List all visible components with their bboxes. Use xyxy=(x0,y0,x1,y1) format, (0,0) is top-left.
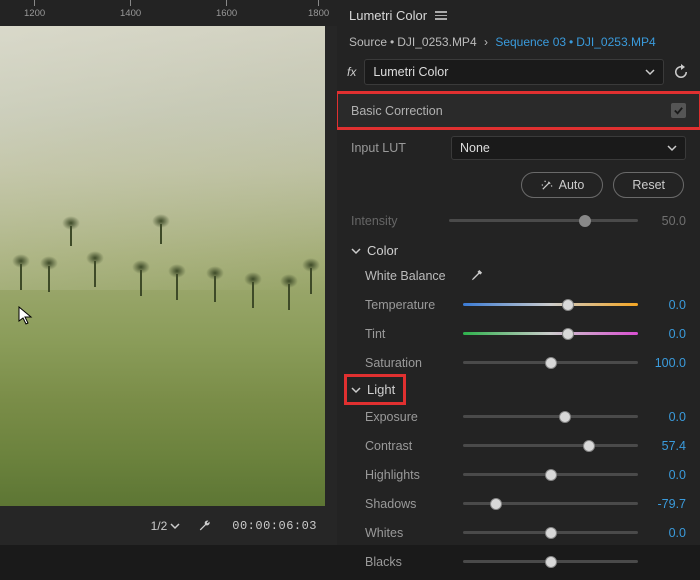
blacks-label: Blacks xyxy=(365,555,459,569)
ruler-tick: 1600 xyxy=(216,0,237,19)
chevron-down-icon xyxy=(170,521,180,531)
monitor-bottom-bar: 1/2 00:00:06:03 xyxy=(0,507,325,545)
white-balance-label: White Balance xyxy=(365,269,457,283)
contrast-label: Contrast xyxy=(365,439,459,453)
highlights-label: Highlights xyxy=(365,468,459,482)
whites-label: Whites xyxy=(365,526,459,540)
temperature-slider[interactable] xyxy=(463,297,638,313)
contrast-slider[interactable] xyxy=(463,438,638,454)
saturation-slider[interactable] xyxy=(463,355,638,371)
breadcrumb: Source•DJI_0253.MP4 › Sequence 03•DJI_02… xyxy=(337,31,700,55)
video-preview[interactable] xyxy=(0,26,325,506)
intensity-value[interactable]: 50.0 xyxy=(642,214,686,228)
intensity-label: Intensity xyxy=(351,214,445,228)
program-monitor-panel: 1200 1400 1600 1800 1/2 00:00:06:03 xyxy=(0,0,337,545)
ruler-tick: 1200 xyxy=(24,0,45,19)
input-lut-dropdown[interactable]: None xyxy=(451,136,686,160)
temperature-value[interactable]: 0.0 xyxy=(642,298,686,312)
panel-title-bar[interactable]: Lumetri Color xyxy=(337,0,700,31)
panel-title: Lumetri Color xyxy=(349,8,427,23)
blacks-slider[interactable] xyxy=(463,554,638,570)
lumetri-color-panel: Lumetri Color Source•DJI_0253.MP4 › Sequ… xyxy=(337,0,700,545)
shadows-label: Shadows xyxy=(365,497,459,511)
auto-button[interactable]: Auto xyxy=(521,172,604,198)
intensity-slider[interactable] xyxy=(449,213,638,229)
timeline-ruler[interactable]: 1200 1400 1600 1800 xyxy=(0,0,337,26)
breadcrumb-sequence-link[interactable]: Sequence 03 xyxy=(495,35,566,49)
whites-value[interactable]: 0.0 xyxy=(642,526,686,540)
reset-button[interactable]: Reset xyxy=(613,172,684,198)
wrench-icon[interactable] xyxy=(198,519,212,533)
contrast-value[interactable]: 57.4 xyxy=(642,439,686,453)
basic-correction-toggle[interactable] xyxy=(671,103,686,118)
input-lut-value: None xyxy=(460,141,490,155)
chevron-down-icon xyxy=(645,67,655,77)
shadows-value[interactable]: -79.7 xyxy=(642,497,686,511)
section-title: Basic Correction xyxy=(351,104,443,118)
checkmark-icon xyxy=(673,105,684,116)
highlights-value[interactable]: 0.0 xyxy=(642,468,686,482)
fx-badge[interactable]: fx xyxy=(347,65,356,79)
magic-wand-icon xyxy=(540,179,553,192)
light-subsection-header[interactable]: Light xyxy=(347,377,403,402)
chevron-down-icon xyxy=(667,143,677,153)
panel-menu-icon[interactable] xyxy=(435,11,447,20)
effect-selector-row: fx Lumetri Color xyxy=(337,55,700,93)
highlights-slider[interactable] xyxy=(463,467,638,483)
saturation-label: Saturation xyxy=(365,356,459,370)
ruler-tick: 1800 xyxy=(308,0,329,19)
exposure-value[interactable]: 0.0 xyxy=(642,410,686,424)
saturation-value[interactable]: 100.0 xyxy=(642,356,686,370)
ruler-tick: 1400 xyxy=(120,0,141,19)
tint-label: Tint xyxy=(365,327,459,341)
breadcrumb-clip-link[interactable]: DJI_0253.MP4 xyxy=(576,35,655,49)
zoom-value: 1/2 xyxy=(151,519,168,533)
tint-value[interactable]: 0.0 xyxy=(642,327,686,341)
basic-correction-header[interactable]: Basic Correction xyxy=(337,93,700,128)
breadcrumb-source-label: Source xyxy=(349,35,387,49)
exposure-label: Exposure xyxy=(365,410,459,424)
input-lut-label: Input LUT xyxy=(351,141,443,155)
color-subsection-header[interactable]: Color xyxy=(351,235,686,262)
whites-slider[interactable] xyxy=(463,525,638,541)
shadows-slider[interactable] xyxy=(463,496,638,512)
exposure-slider[interactable] xyxy=(463,409,638,425)
tint-slider[interactable] xyxy=(463,326,638,342)
timecode: 00:00:06:03 xyxy=(232,519,317,533)
effect-name: Lumetri Color xyxy=(373,65,448,79)
temperature-label: Temperature xyxy=(365,298,459,312)
basic-correction-body: Input LUT None Auto Reset Intensity 50.0… xyxy=(337,128,700,580)
mouse-cursor-icon xyxy=(18,306,34,326)
breadcrumb-source-file: DJI_0253.MP4 xyxy=(397,35,476,49)
chevron-down-icon xyxy=(351,246,361,256)
zoom-level-dropdown[interactable]: 1/2 xyxy=(147,517,185,535)
reset-effect-icon[interactable] xyxy=(672,63,690,81)
eyedropper-icon[interactable] xyxy=(469,269,484,284)
chevron-down-icon xyxy=(351,385,361,395)
effect-dropdown[interactable]: Lumetri Color xyxy=(364,59,664,85)
